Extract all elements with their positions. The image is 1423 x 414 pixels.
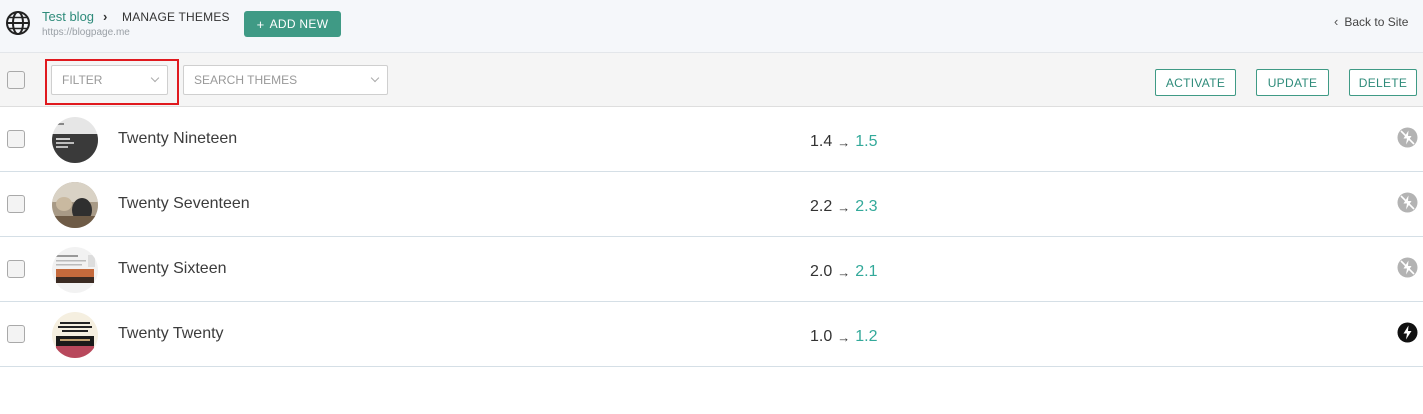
- current-version: 2.2: [810, 198, 833, 215]
- theme-thumbnail: [52, 247, 98, 293]
- theme-name[interactable]: Twenty Nineteen: [118, 130, 237, 148]
- chevron-down-icon: [370, 73, 380, 83]
- theme-name[interactable]: Twenty Sixteen: [118, 260, 227, 278]
- arrow-right-icon: →: [837, 134, 851, 150]
- theme-row: Twenty Sixteen 2.0 → 2.1: [0, 237, 1423, 302]
- autoupdate-disabled-icon[interactable]: [1397, 192, 1418, 213]
- current-version: 1.0: [810, 328, 833, 345]
- breadcrumb-separator-icon: ›: [103, 9, 108, 24]
- globe-icon: [6, 11, 30, 35]
- new-version: 1.2: [855, 328, 878, 345]
- version-info: 2.2 → 2.3: [810, 198, 878, 216]
- back-to-site-label: Back to Site: [1344, 14, 1409, 29]
- row-checkbox[interactable]: [7, 260, 25, 278]
- theme-row: Twenty Seventeen 2.2 → 2.3: [0, 172, 1423, 237]
- new-version: 2.1: [855, 263, 878, 280]
- autoupdate-disabled-icon[interactable]: [1397, 127, 1418, 148]
- add-new-label: ADD NEW: [269, 17, 329, 31]
- version-info: 2.0 → 2.1: [810, 263, 878, 281]
- version-info: 1.0 → 1.2: [810, 328, 878, 346]
- new-version: 1.5: [855, 133, 878, 150]
- delete-button[interactable]: DELETE: [1349, 69, 1417, 96]
- filter-highlight-box: [45, 59, 179, 105]
- arrow-right-icon: →: [837, 329, 851, 345]
- theme-thumbnail: [52, 117, 98, 163]
- plus-icon: +: [256, 16, 265, 32]
- site-title-link[interactable]: Test blog: [42, 9, 94, 24]
- back-to-site-link[interactable]: ‹ Back to Site: [1334, 14, 1408, 29]
- arrow-right-icon: →: [837, 199, 851, 215]
- theme-name[interactable]: Twenty Twenty: [118, 325, 224, 343]
- chevron-left-icon: ‹: [1334, 14, 1339, 29]
- theme-name[interactable]: Twenty Seventeen: [118, 195, 250, 213]
- theme-thumbnail: [52, 182, 98, 228]
- top-header: Test blog › MANAGE THEMES https://blogpa…: [0, 0, 1423, 53]
- current-version: 1.4: [810, 133, 833, 150]
- activate-button[interactable]: ACTIVATE: [1155, 69, 1236, 96]
- theme-row: Twenty Nineteen 1.4 → 1.5: [0, 107, 1423, 172]
- theme-row: Twenty Twenty 1.0 → 1.2: [0, 302, 1423, 367]
- version-info: 1.4 → 1.5: [810, 133, 878, 151]
- arrow-right-icon: →: [837, 264, 851, 280]
- row-checkbox[interactable]: [7, 325, 25, 343]
- site-url: https://blogpage.me: [42, 27, 130, 38]
- page-title: MANAGE THEMES: [122, 10, 230, 24]
- autoupdate-enabled-icon[interactable]: [1397, 322, 1418, 343]
- current-version: 2.0: [810, 263, 833, 280]
- select-all-checkbox[interactable]: [7, 71, 25, 89]
- new-version: 2.3: [855, 198, 878, 215]
- update-button[interactable]: UPDATE: [1256, 69, 1329, 96]
- add-new-button[interactable]: + ADD NEW: [244, 11, 341, 37]
- autoupdate-disabled-icon[interactable]: [1397, 257, 1418, 278]
- row-checkbox[interactable]: [7, 195, 25, 213]
- theme-thumbnail: [52, 312, 98, 358]
- search-themes-dropdown[interactable]: SEARCH THEMES: [183, 65, 388, 95]
- search-themes-placeholder: SEARCH THEMES: [194, 73, 298, 87]
- row-checkbox[interactable]: [7, 130, 25, 148]
